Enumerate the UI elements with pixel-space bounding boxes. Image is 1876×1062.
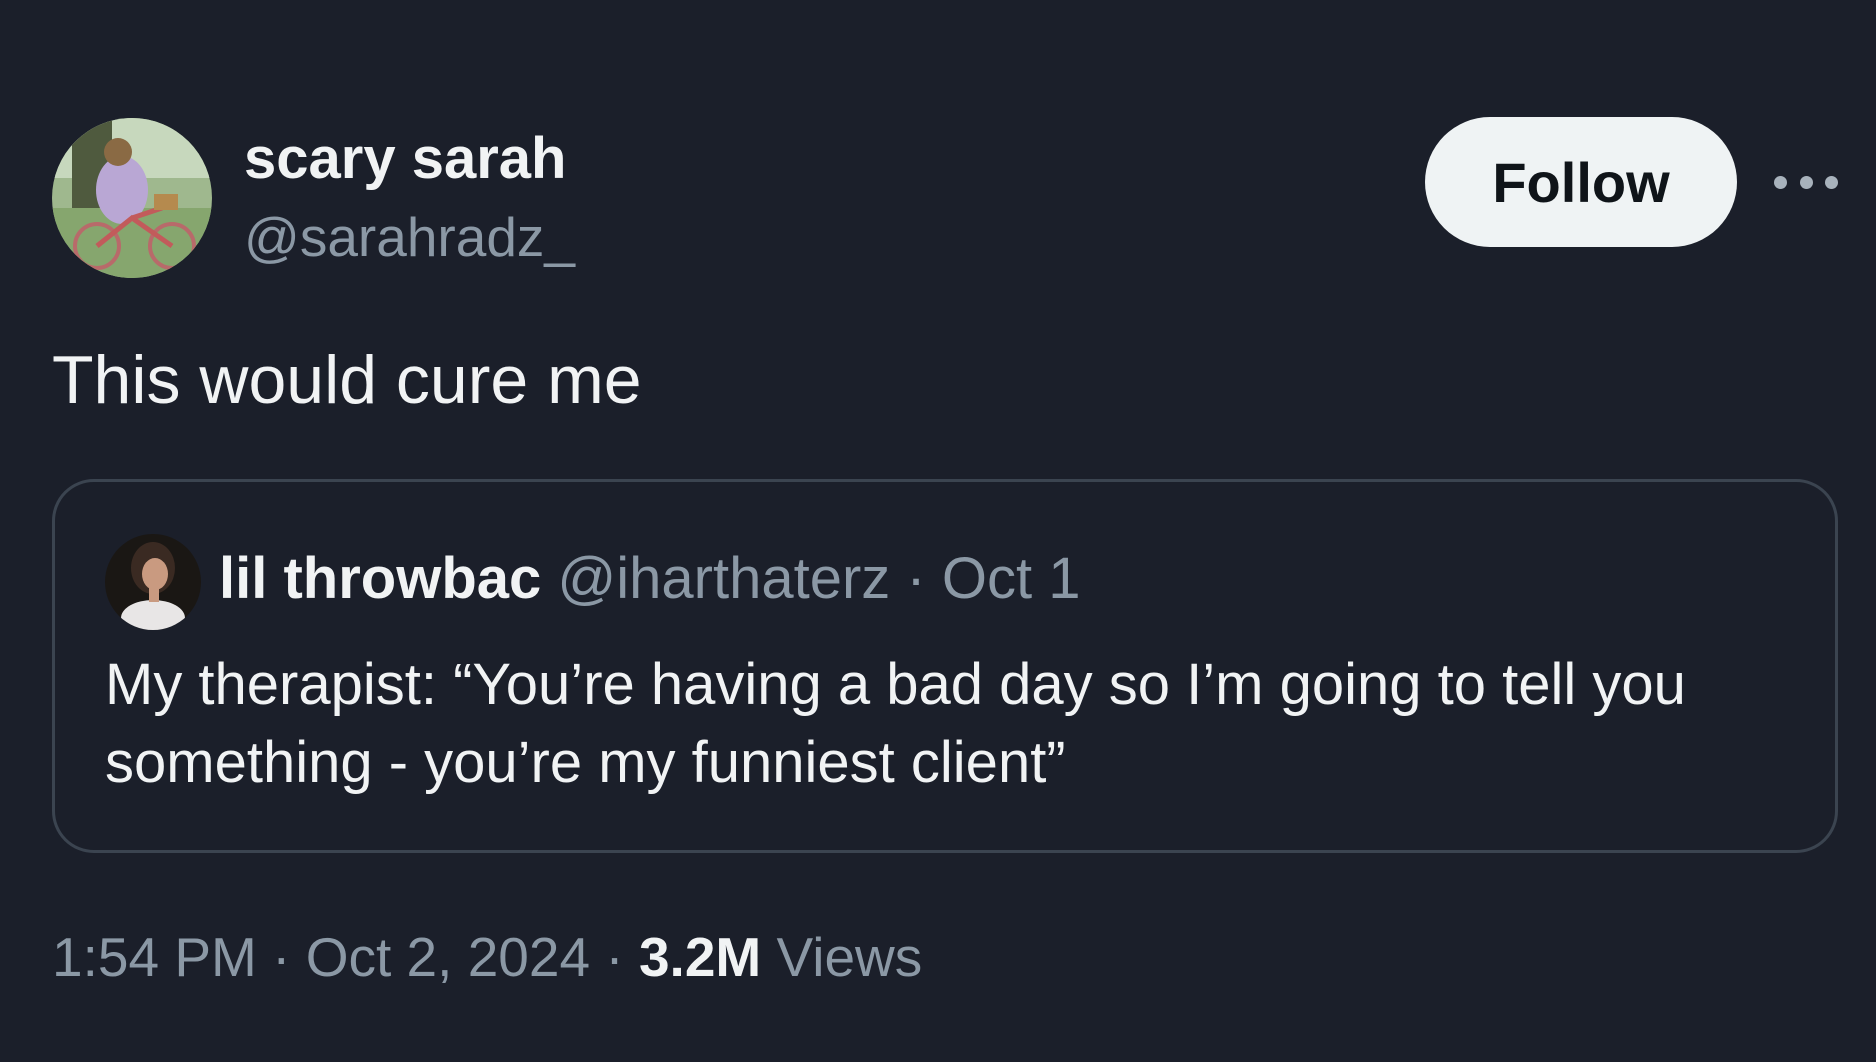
views-count: 3.2M (638, 926, 762, 988)
follow-button[interactable]: Follow (1425, 117, 1737, 247)
dot (1774, 175, 1787, 189)
views-label: Views (776, 926, 923, 988)
author-display-name[interactable]: scary sarah (244, 124, 566, 194)
separator: · (605, 926, 624, 988)
separator: · (906, 546, 926, 611)
author-handle[interactable]: @sarahradz_ (244, 204, 575, 270)
avatar-photo (52, 118, 212, 278)
quoted-tweet-text: My therapist: “You’re having a bad day s… (105, 652, 1686, 795)
tweet-text: This would cure me (52, 342, 642, 418)
tweet-date[interactable]: Oct 2, 2024 (306, 926, 590, 988)
tweet-time[interactable]: 1:54 PM (52, 926, 257, 988)
avatar-photo (105, 534, 201, 630)
separator: · (272, 926, 291, 988)
quoted-date[interactable]: Oct 1 (942, 546, 1081, 611)
dot (1825, 175, 1838, 189)
quoted-author-avatar[interactable] (105, 534, 201, 630)
tweet-meta: 1:54 PM · Oct 2, 2024 · 3.2M Views (52, 922, 922, 992)
more-options-icon[interactable] (1774, 160, 1838, 204)
quoted-tweet-header: lil throwbac @iharthaterz · Oct 1 (219, 544, 1080, 614)
dot (1799, 175, 1813, 189)
author-avatar[interactable] (52, 118, 212, 278)
quoted-display-name[interactable]: lil throwbac (219, 546, 541, 611)
quoted-handle[interactable]: @iharthaterz (557, 546, 890, 611)
quoted-tweet-card[interactable]: lil throwbac @iharthaterz · Oct 1 My the… (52, 479, 1838, 853)
